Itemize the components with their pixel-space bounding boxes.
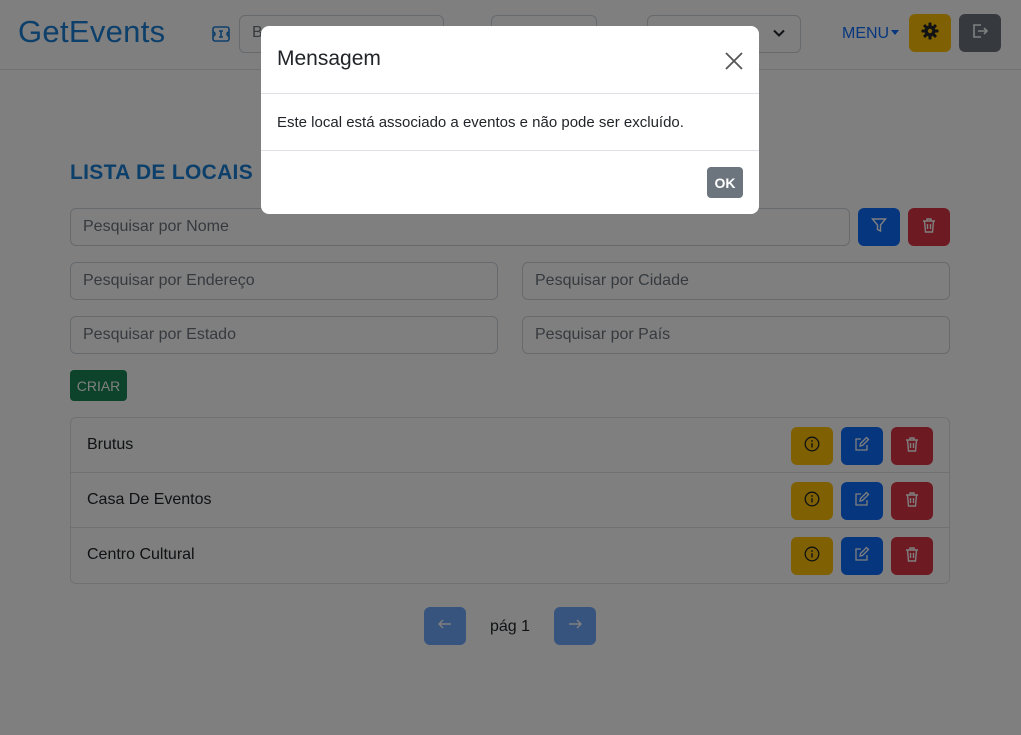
modal-title: Mensagem	[277, 47, 381, 70]
ok-button[interactable]: OK	[707, 167, 743, 198]
modal-message: Este local está associado a eventos e nã…	[277, 114, 684, 131]
modal-header: Mensagem	[261, 26, 759, 94]
close-icon[interactable]	[723, 50, 745, 72]
message-modal: Mensagem Este local está associado a eve…	[261, 26, 759, 214]
modal-footer: OK	[261, 150, 759, 214]
